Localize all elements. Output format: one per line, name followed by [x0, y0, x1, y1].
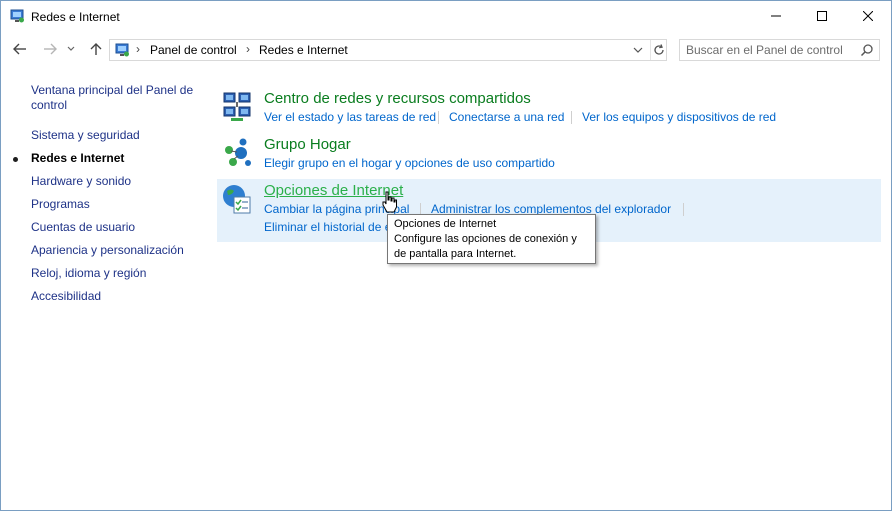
category-title-homegroup[interactable]: Grupo Hogar [264, 136, 351, 153]
network-folder-icon [115, 43, 129, 57]
close-icon [863, 11, 873, 21]
close-button[interactable] [845, 1, 891, 31]
refresh-icon [654, 44, 664, 55]
link-separator [683, 203, 684, 216]
category-title-network-center[interactable]: Centro de redes y recursos compartidos [264, 90, 531, 107]
address-dropdown-button[interactable] [630, 42, 646, 58]
sidebar-item-panel-home[interactable]: Ventana principal del Panel de control [31, 83, 201, 113]
link-view-network-devices[interactable]: Ver los equipos y dispositivos de red [582, 110, 776, 124]
search-box[interactable] [679, 39, 880, 61]
maximize-button[interactable] [799, 1, 845, 31]
link-homegroup-options[interactable]: Elegir grupo en el hogar y opciones de u… [264, 156, 555, 170]
window-title: Redes e Internet [31, 10, 120, 24]
network-center-icon[interactable] [221, 91, 253, 123]
sidebar-item-reloj-idioma[interactable]: Reloj, idioma y región [31, 266, 201, 281]
arrow-right-icon [44, 43, 57, 55]
breadcrumb-panel-de-control[interactable]: Panel de control [150, 43, 237, 57]
tooltip-title: Opciones de Internet [394, 218, 497, 230]
chevron-right-icon[interactable]: › [246, 42, 250, 56]
back-button[interactable] [11, 40, 29, 58]
chevron-right-icon[interactable]: › [136, 42, 140, 56]
internet-options-icon[interactable] [221, 183, 253, 215]
tooltip-line: Configure las opciones de conexión y [394, 233, 577, 245]
minimize-icon [771, 15, 781, 17]
sidebar-item-cuentas-usuario[interactable]: Cuentas de usuario [31, 220, 201, 235]
navigation-bar: › Panel de control › Redes e Internet [1, 32, 891, 66]
breadcrumb-redes-e-internet[interactable]: Redes e Internet [259, 43, 348, 57]
category-homegroup: Grupo Hogar Elegir grupo en el hogar y o… [217, 133, 881, 175]
search-input[interactable] [686, 42, 856, 58]
link-view-network-status[interactable]: Ver el estado y las tareas de red [264, 110, 436, 124]
arrow-up-icon [90, 43, 102, 55]
forward-button[interactable] [41, 40, 59, 58]
maximize-icon [817, 11, 827, 21]
chevron-down-icon [67, 46, 75, 51]
address-bar[interactable]: › Panel de control › Redes e Internet [109, 39, 667, 61]
sidebar-item-apariencia[interactable]: Apariencia y personalización [31, 243, 201, 258]
sidebar-item-sistema-seguridad[interactable]: Sistema y seguridad [31, 128, 201, 143]
hand-cursor-icon [382, 191, 397, 213]
category-network-center: Centro de redes y recursos compartidos V… [217, 87, 881, 131]
active-bullet-icon [13, 157, 18, 162]
link-separator [571, 111, 572, 124]
link-separator [438, 111, 439, 124]
title-bar[interactable]: Redes e Internet [1, 1, 891, 32]
refresh-button[interactable] [650, 40, 667, 60]
search-icon[interactable] [860, 43, 874, 57]
link-connect-network[interactable]: Conectarse a una red [449, 110, 564, 124]
chevron-down-icon [633, 47, 643, 53]
sidebar-item-programas[interactable]: Programas [31, 197, 201, 212]
tooltip-line: de pantalla para Internet. [394, 248, 517, 260]
sidebar-item-redes-internet[interactable]: Redes e Internet [31, 151, 201, 166]
left-navigation-pane: Ventana principal del Panel de control S… [1, 66, 211, 510]
control-panel-window: Redes e Internet › Panel de control › Re… [0, 0, 892, 511]
tooltip: Opciones de Internet Configure las opcio… [387, 214, 596, 264]
up-button[interactable] [87, 40, 105, 58]
sidebar-item-accesibilidad[interactable]: Accesibilidad [31, 289, 201, 304]
network-app-icon [10, 9, 24, 23]
minimize-button[interactable] [753, 1, 799, 31]
homegroup-icon[interactable] [221, 137, 253, 169]
sidebar-item-hardware-sonido[interactable]: Hardware y sonido [31, 174, 201, 189]
arrow-left-icon [13, 43, 26, 55]
recent-locations-button[interactable] [65, 40, 77, 58]
